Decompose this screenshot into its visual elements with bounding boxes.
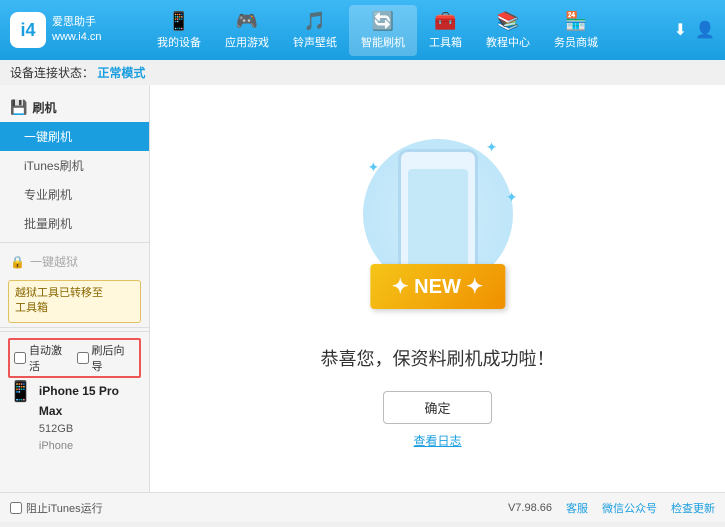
device-phone-icon: 📱 <box>8 382 33 402</box>
sidebar-batch-flash-label: 批量刷机 <box>24 217 72 231</box>
nav-toolbox-icon: 🧰 <box>434 11 456 32</box>
nav-my-device-icon: 📱 <box>168 11 190 32</box>
version-label: V7.98.66 <box>508 502 552 514</box>
app-title: 爱思助手 <box>52 15 102 30</box>
nav-tutorials-icon: 📚 <box>497 11 519 32</box>
stop-itunes-row: 阻止iTunes运行 <box>10 500 103 516</box>
connection-status-bar: 设备连接状态： 正常模式 <box>0 60 725 85</box>
nav-toolbox[interactable]: 🧰 工具箱 <box>417 5 474 56</box>
nav-smart-flash-label: 智能刷机 <box>361 34 405 50</box>
nav-apps-games-icon: 🎮 <box>236 11 258 32</box>
nav-ringtone-icon: 🎵 <box>304 11 326 32</box>
device-details: iPhone 15 Pro Max 512GB iPhone <box>39 382 141 456</box>
nav-my-device[interactable]: 📱 我的设备 <box>145 5 213 56</box>
app-subtitle: www.i4.cn <box>52 30 102 45</box>
logo-char: i4 <box>20 20 35 41</box>
sidebar: 💾 刷机 一键刷机 iTunes刷机 专业刷机 批量刷机 🔒 一键越狱 越狱工具… <box>0 85 150 492</box>
status-right: V7.98.66 客服 微信公众号 检查更新 <box>508 500 715 516</box>
nav-service[interactable]: 🏪 务员商城 <box>542 5 610 56</box>
sidebar-one-click-flash-label: 一键刷机 <box>24 130 72 144</box>
nav-toolbox-label: 工具箱 <box>429 34 462 50</box>
success-illustration: ✦ NEW ✦ ✦ ✦ ✦ <box>348 129 528 329</box>
auto-activate-checkbox-item[interactable]: 自动激活 <box>14 342 73 374</box>
stop-itunes-checkbox[interactable] <box>10 502 22 514</box>
nav-apps-games-label: 应用游戏 <box>225 34 269 50</box>
sidebar-item-batch-flash[interactable]: 批量刷机 <box>0 209 149 238</box>
flash-section-label: 刷机 <box>32 99 56 116</box>
guide-label: 刷后向导 <box>92 342 136 374</box>
nav-tutorials[interactable]: 📚 教程中心 <box>474 5 542 56</box>
device-info: 📱 iPhone 15 Pro Max 512GB iPhone <box>8 382 141 456</box>
connection-status-label: 设备连接状态： <box>10 66 94 80</box>
sparkle-icon-1: ✦ <box>368 159 380 176</box>
download-button[interactable]: ⬇ <box>674 20 687 40</box>
wechat-link[interactable]: 微信公众号 <box>602 500 657 516</box>
sidebar-divider-2 <box>0 327 149 328</box>
auto-activate-row: 自动激活 刷后向导 <box>8 338 141 378</box>
device-storage: 512GB <box>39 421 141 439</box>
nav-service-icon: 🏪 <box>565 11 587 32</box>
phone-screen <box>408 169 468 269</box>
sparkle-icon-2: ✦ <box>486 139 498 156</box>
view-log-link[interactable]: 查看日志 <box>413 432 461 449</box>
status-left: 阻止iTunes运行 <box>10 500 103 516</box>
user-button[interactable]: 👤 <box>695 20 715 40</box>
success-message: 恭喜您，保资料刷机成功啦！ <box>321 345 555 371</box>
sidebar-itunes-flash-label: iTunes刷机 <box>24 159 84 173</box>
main-nav: 📱 我的设备 🎮 应用游戏 🎵 铃声壁纸 🔄 智能刷机 🧰 工具箱 📚 教程中心… <box>120 5 635 56</box>
nav-smart-flash[interactable]: 🔄 智能刷机 <box>349 5 417 56</box>
stop-itunes-label: 阻止iTunes运行 <box>26 500 103 516</box>
guide-checkbox[interactable] <box>77 352 89 364</box>
sidebar-divider-1 <box>0 242 149 243</box>
nav-my-device-label: 我的设备 <box>157 34 201 50</box>
sidebar-item-itunes-flash[interactable]: iTunes刷机 <box>0 151 149 180</box>
nav-smart-flash-icon: 🔄 <box>372 11 394 32</box>
warning-text: 越狱工具已转移至工具箱 <box>15 287 103 314</box>
confirm-button[interactable]: 确定 <box>383 391 491 424</box>
sparkle-icon-3: ✦ <box>506 189 518 206</box>
flash-section-icon: 💾 <box>10 99 27 116</box>
disabled-jailbreak-label: 一键越狱 <box>30 253 78 270</box>
main-content: ✦ NEW ✦ ✦ ✦ ✦ 恭喜您，保资料刷机成功啦！ 确定 查看日志 <box>150 85 725 492</box>
sidebar-pro-flash-label: 专业刷机 <box>24 188 72 202</box>
auto-activate-checkbox[interactable] <box>14 352 26 364</box>
customer-service-link[interactable]: 客服 <box>566 500 588 516</box>
nav-ringtone-label: 铃声壁纸 <box>293 34 337 50</box>
connection-status-value: 正常模式 <box>97 66 145 80</box>
status-bar: 阻止iTunes运行 V7.98.66 客服 微信公众号 检查更新 <box>0 492 725 522</box>
logo-area: i4 爱思助手 www.i4.cn <box>10 12 120 48</box>
sidebar-disabled-jailbreak: 🔒 一键越狱 <box>0 247 149 276</box>
nav-apps-games[interactable]: 🎮 应用游戏 <box>213 5 281 56</box>
check-update-link[interactable]: 检查更新 <box>671 500 715 516</box>
new-banner: ✦ NEW ✦ <box>370 264 505 309</box>
device-panel: 自动激活 刷后向导 📱 iPhone 15 Pro Max 512GB iPho… <box>0 331 149 462</box>
nav-service-label: 务员商城 <box>554 34 598 50</box>
nav-tutorials-label: 教程中心 <box>486 34 530 50</box>
lock-icon: 🔒 <box>10 255 25 269</box>
app-logo: i4 <box>10 12 46 48</box>
device-name: iPhone 15 Pro Max <box>39 382 141 420</box>
sidebar-item-pro-flash[interactable]: 专业刷机 <box>0 180 149 209</box>
app-header: i4 爱思助手 www.i4.cn 📱 我的设备 🎮 应用游戏 🎵 铃声壁纸 🔄… <box>0 0 725 60</box>
header-right: ⬇ 👤 <box>635 20 715 40</box>
sidebar-item-one-click-flash[interactable]: 一键刷机 <box>0 122 149 151</box>
nav-ringtone[interactable]: 🎵 铃声壁纸 <box>281 5 349 56</box>
device-type: iPhone <box>39 438 141 456</box>
guide-checkbox-item[interactable]: 刷后向导 <box>77 342 136 374</box>
auto-activate-label: 自动激活 <box>29 342 73 374</box>
app-title-text: 爱思助手 www.i4.cn <box>52 15 102 46</box>
sidebar-flash-section: 💾 刷机 <box>0 93 149 122</box>
sidebar-warning-box: 越狱工具已转移至工具箱 <box>8 280 141 323</box>
